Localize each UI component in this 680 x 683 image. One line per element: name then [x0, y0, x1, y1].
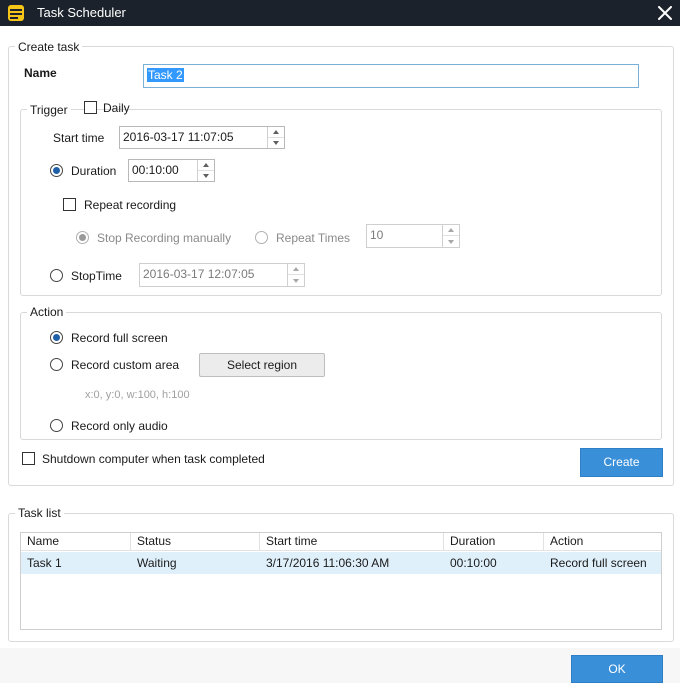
- start-time-down-button[interactable]: [268, 138, 284, 149]
- stoptime-up-button[interactable]: [288, 264, 304, 275]
- stoptime-radio[interactable]: [50, 269, 63, 282]
- close-icon: [658, 6, 672, 20]
- start-time-up-button[interactable]: [268, 127, 284, 138]
- arrow-up-icon: [273, 129, 279, 134]
- arrow-down-icon: [273, 140, 279, 145]
- stoptime-input[interactable]: 2016-03-17 12:07:05: [139, 263, 305, 287]
- duration-down-button[interactable]: [198, 171, 214, 182]
- arrow-up-icon: [293, 267, 299, 271]
- action-legend: Action: [27, 305, 67, 319]
- task-name-input[interactable]: Task 2: [143, 64, 639, 88]
- table-row[interactable]: Task 1 Waiting 3/17/2016 11:06:30 AM 00:…: [21, 552, 661, 574]
- create-task-legend: Create task: [15, 40, 83, 54]
- repeat-times-value: 10: [370, 228, 384, 242]
- task-table: Name Status Start time Duration Action T…: [20, 532, 662, 630]
- task-list-legend: Task list: [15, 506, 64, 520]
- repeat-times-input[interactable]: 10: [366, 224, 460, 248]
- app-icon: [6, 3, 26, 23]
- arrow-up-icon: [448, 228, 454, 232]
- record-custom-area-label: Record custom area: [71, 358, 180, 372]
- duration-value: 00:10:00: [132, 163, 179, 177]
- name-label: Name: [24, 66, 57, 80]
- duration-up-button[interactable]: [198, 160, 214, 171]
- column-header-start-time[interactable]: Start time: [260, 533, 444, 551]
- daily-checkbox[interactable]: [84, 101, 97, 114]
- task-name-value: Task 2: [147, 68, 184, 82]
- select-region-button[interactable]: Select region: [199, 353, 325, 377]
- duration-spinner: [197, 160, 214, 181]
- column-header-duration[interactable]: Duration: [444, 533, 544, 551]
- stop-manually-label: Stop Recording manually: [97, 231, 232, 245]
- stoptime-down-button[interactable]: [288, 275, 304, 286]
- shutdown-checkbox[interactable]: [22, 452, 35, 465]
- daily-label: Daily: [103, 101, 130, 115]
- duration-label: Duration: [71, 164, 117, 178]
- table-header: Name Status Start time Duration Action: [21, 533, 661, 551]
- duration-radio[interactable]: [50, 164, 63, 177]
- column-header-action[interactable]: Action: [544, 533, 661, 551]
- column-header-name[interactable]: Name: [21, 533, 131, 551]
- start-time-input[interactable]: 2016-03-17 11:07:05: [119, 126, 285, 149]
- repeat-times-radio[interactable]: [255, 231, 268, 244]
- shutdown-label: Shutdown computer when task completed: [42, 452, 265, 466]
- ok-button[interactable]: OK: [571, 655, 663, 683]
- close-button[interactable]: [650, 0, 680, 26]
- start-time-label: Start time: [53, 131, 105, 145]
- repeat-recording-checkbox[interactable]: [63, 198, 76, 211]
- start-time-value: 2016-03-17 11:07:05: [123, 130, 234, 144]
- trigger-legend: Trigger: [27, 103, 71, 117]
- duration-input[interactable]: 00:10:00: [128, 159, 215, 182]
- record-only-audio-radio[interactable]: [50, 419, 63, 432]
- record-custom-area-radio[interactable]: [50, 358, 63, 371]
- cell-start-time: 3/17/2016 11:06:30 AM: [266, 556, 390, 570]
- repeat-times-down-button[interactable]: [443, 236, 459, 247]
- start-time-spinner: [267, 127, 284, 148]
- region-coordinates-hint: x:0, y:0, w:100, h:100: [85, 389, 190, 401]
- arrow-up-icon: [203, 162, 209, 167]
- repeat-times-up-button[interactable]: [443, 225, 459, 236]
- repeat-times-label: Repeat Times: [276, 231, 351, 245]
- cell-status: Waiting: [137, 556, 177, 570]
- create-button[interactable]: Create: [580, 448, 663, 477]
- column-header-status[interactable]: Status: [131, 533, 260, 551]
- stoptime-label: StopTime: [71, 269, 122, 283]
- arrow-down-icon: [448, 239, 454, 244]
- repeat-recording-label: Repeat recording: [84, 198, 177, 212]
- stop-manually-radio[interactable]: [76, 231, 89, 244]
- record-full-screen-radio[interactable]: [50, 331, 63, 344]
- window-title: Task Scheduler: [37, 5, 126, 20]
- stoptime-spinner: [287, 264, 304, 286]
- cell-action: Record full screen: [550, 556, 647, 570]
- record-full-screen-label: Record full screen: [71, 331, 168, 345]
- cell-name: Task 1: [27, 556, 62, 570]
- title-bar: Task Scheduler: [0, 0, 680, 26]
- record-only-audio-label: Record only audio: [71, 419, 168, 433]
- cell-duration: 00:10:00: [450, 556, 497, 570]
- repeat-times-spinner: [442, 225, 459, 247]
- arrow-down-icon: [293, 278, 299, 283]
- arrow-down-icon: [203, 173, 209, 178]
- stoptime-value: 2016-03-17 12:07:05: [143, 267, 255, 281]
